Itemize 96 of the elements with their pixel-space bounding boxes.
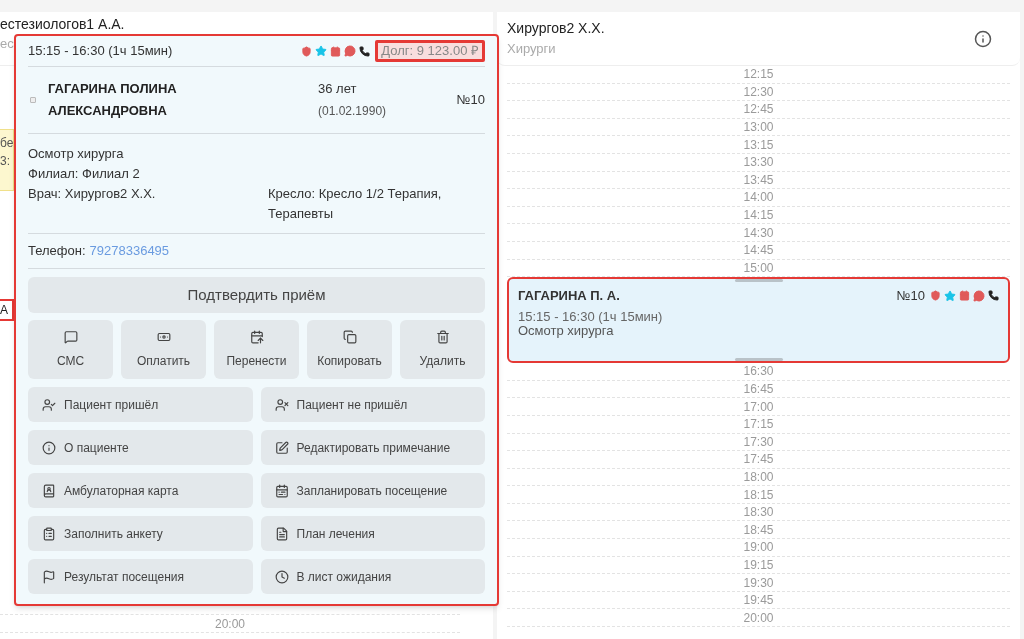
time-label: 19:00 (743, 541, 774, 554)
calendar-icon (959, 290, 970, 302)
time-label: 13:15 (743, 138, 774, 151)
time-label: 20:00 (215, 617, 245, 630)
resize-handle[interactable] (734, 279, 783, 283)
appointment-card[interactable]: ГАГАРИНА П. А. №10 15:15 - 16:30 (1ч 15мин) Осмотр хирурга (507, 277, 1010, 364)
time-label: 17:30 (743, 435, 774, 448)
copy-icon (342, 329, 357, 344)
flag-icon (42, 569, 56, 584)
action-button[interactable]: О пациенте (28, 430, 253, 465)
appointment-time: 15:15 - 16:30 (1ч 15мин) (28, 42, 173, 61)
doctor-specialty: ес (0, 36, 14, 52)
time-label: 19:30 (743, 576, 774, 589)
time-label: 14:00 (743, 191, 774, 204)
confirm-button[interactable]: Подтвердить приём (28, 277, 485, 313)
branch-text: Филиал: Филиал 2 (28, 165, 141, 183)
doctor-name: естезиологов1 А.А. (0, 16, 125, 32)
patient-age: 36 лет (318, 80, 358, 98)
time-label: 14:30 (743, 226, 774, 239)
time-label: 19:45 (743, 594, 774, 607)
time-label: 18:45 (743, 523, 774, 536)
time-label: 14:15 (743, 209, 774, 222)
calendar-arrow-icon (249, 329, 264, 344)
edit-icon (274, 440, 289, 455)
shield-icon (930, 290, 941, 302)
info-icon (42, 440, 56, 455)
action-button[interactable]: Перенести (214, 320, 299, 379)
action-button[interactable]: Амбулаторная карта (28, 473, 253, 508)
appointment-card[interactable]: А (0, 299, 14, 321)
patient-number: №10 (896, 287, 925, 306)
patient-number: №10 (456, 91, 485, 110)
debt-amount: Долг: 9 123.00 ₽ (375, 40, 485, 62)
doctor-specialty: Хирурги (507, 40, 557, 59)
card-text: бе (0, 135, 13, 152)
action-button[interactable]: Оплатить (121, 320, 206, 379)
patient-name: ГАГАРИНА ПОЛИНА АЛЕКСАНДРОВНА (48, 80, 178, 120)
service-text: Осмотр хирурга (28, 145, 125, 163)
time-label: 15:00 (743, 261, 774, 274)
action-button[interactable]: Пациент пришёл (28, 387, 253, 422)
time-label: 13:30 (743, 156, 774, 169)
document-icon (274, 526, 289, 541)
time-label: 16:45 (743, 383, 774, 395)
appointment-time: 15:15 - 16:30 (1ч 15мин) (518, 308, 664, 324)
resize-handle[interactable] (734, 358, 783, 362)
time-label: 18:00 (743, 471, 774, 483)
info-icon[interactable] (974, 29, 992, 48)
calendar-icon (274, 483, 289, 498)
time-label: 16:30 (743, 365, 774, 378)
square-icon (30, 97, 36, 103)
time-label: 17:00 (743, 400, 774, 413)
action-button[interactable]: СМС (28, 320, 113, 379)
action-button[interactable]: Копировать (307, 320, 392, 379)
time-label: 14:45 (743, 244, 774, 257)
phone-label: Телефон: (28, 242, 86, 261)
chat-icon (344, 45, 357, 57)
user-cross-icon (274, 397, 289, 412)
time-label: 13:45 (743, 173, 774, 186)
doctor-name: Хирургов2 Х.Х. (507, 19, 605, 39)
star-icon (315, 45, 328, 57)
user-list-icon (42, 483, 56, 498)
chat-icon (973, 289, 985, 302)
user-check-icon (42, 397, 56, 412)
calendar-icon (330, 45, 342, 57)
time-label: 12:15 (743, 68, 774, 81)
trash-icon (435, 329, 450, 344)
card-text: 3: (0, 153, 11, 170)
appointment-card[interactable]: бе 3: (0, 129, 14, 191)
action-button[interactable]: В лист ожидания (260, 559, 485, 594)
time-label: 18:30 (743, 506, 774, 519)
time-label: 12:30 (743, 85, 774, 98)
time-label: 12:45 (743, 103, 774, 116)
clipboard-icon (42, 526, 56, 541)
time-label: 20:00 (743, 611, 774, 624)
patient-name: ГАГАРИНА П. А. (518, 287, 620, 306)
clock-icon (274, 569, 289, 584)
action-button[interactable]: Заполнить анкету (28, 516, 253, 551)
phone-icon (359, 45, 371, 57)
doctor-text: Врач: Хирургов2 Х.Х. (28, 185, 157, 203)
shield-icon (301, 45, 313, 57)
time-label: 17:15 (743, 418, 774, 431)
message-icon (63, 329, 78, 344)
time-label: 17:45 (743, 453, 774, 466)
action-button[interactable]: Пациент не пришёл (260, 387, 485, 422)
star-icon (944, 289, 956, 302)
action-button[interactable]: План лечения (260, 516, 485, 551)
time-label: 13:00 (743, 121, 774, 134)
birth-date: (01.02.1990) (318, 103, 387, 120)
appointment-service: Осмотр хирурга (518, 323, 614, 338)
action-button[interactable]: Удалить (400, 320, 485, 379)
action-button[interactable]: Редактировать примечание (260, 430, 485, 465)
action-button[interactable]: Результат посещения (28, 559, 253, 594)
action-button[interactable]: Запланировать посещение (260, 473, 485, 508)
time-label: 18:15 (743, 488, 774, 501)
phone-icon (988, 290, 999, 302)
chair-text: Кресло: Кресло 1/2 Терапия, Терапевты (268, 185, 443, 223)
time-label: 19:15 (743, 558, 774, 571)
